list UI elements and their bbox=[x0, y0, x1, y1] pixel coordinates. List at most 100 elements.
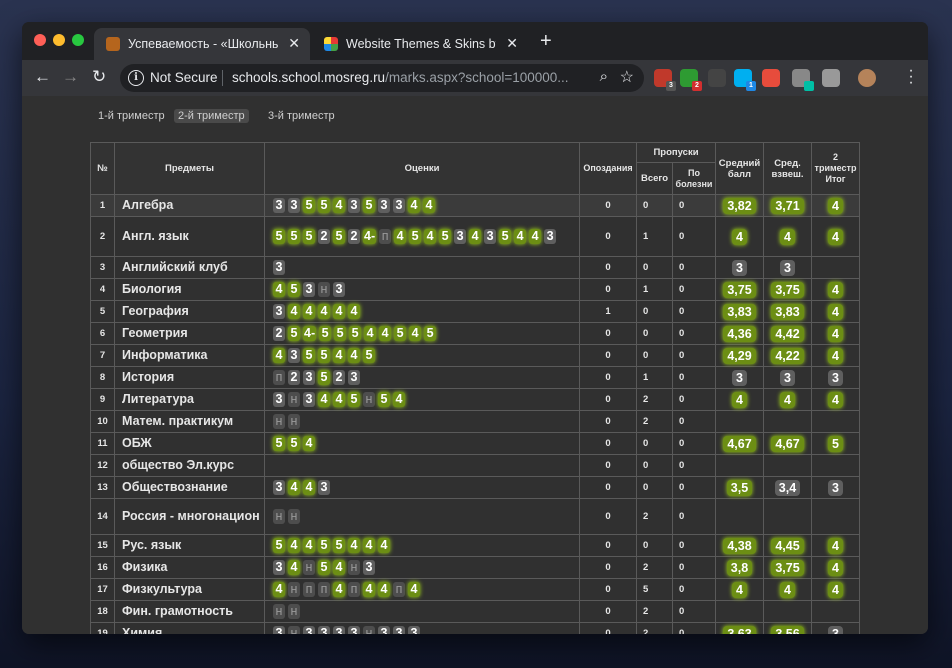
mark-badge[interactable]: 5 bbox=[424, 326, 437, 341]
mark-badge[interactable]: п bbox=[273, 370, 285, 385]
mark-badge[interactable]: 3 bbox=[288, 348, 300, 363]
mark-badge[interactable]: 4 bbox=[303, 304, 315, 319]
mark-badge[interactable]: н bbox=[363, 392, 375, 407]
mark-badge[interactable]: 3 bbox=[273, 560, 285, 575]
clock-icon[interactable] bbox=[792, 69, 814, 91]
mark-badge[interactable]: 3 bbox=[348, 198, 360, 213]
stack-icon[interactable] bbox=[822, 69, 840, 87]
subject-name[interactable]: Рус. язык bbox=[114, 534, 265, 557]
mark-badge[interactable]: 4 bbox=[423, 198, 435, 213]
mark-badge[interactable]: 4 bbox=[529, 229, 542, 244]
minimize-window-button[interactable] bbox=[53, 34, 65, 46]
mark-badge[interactable]: 5 bbox=[303, 229, 315, 244]
subject-name[interactable]: Физкультура bbox=[114, 578, 265, 601]
mark-badge[interactable]: 3 bbox=[273, 198, 285, 213]
mark-badge[interactable]: 5 bbox=[439, 229, 452, 244]
mark-badge[interactable]: 3 bbox=[348, 370, 360, 385]
subject-name[interactable]: Обществознание bbox=[114, 476, 265, 499]
term-tab[interactable]: 3-й триместр bbox=[264, 109, 339, 123]
subject-name[interactable]: Химия bbox=[114, 622, 265, 634]
mark-badge[interactable]: 4 bbox=[333, 198, 345, 213]
mark-badge[interactable]: 5 bbox=[303, 348, 315, 363]
mark-badge[interactable]: 5 bbox=[303, 198, 315, 213]
mark-badge[interactable]: 4 bbox=[379, 326, 392, 341]
mark-badge[interactable]: п bbox=[318, 582, 330, 597]
mark-badge[interactable]: н bbox=[348, 560, 360, 575]
mark-badge[interactable]: 5 bbox=[318, 370, 330, 385]
mark-badge[interactable]: 3 bbox=[273, 304, 285, 319]
mark-badge[interactable]: 4- bbox=[363, 229, 377, 244]
mark-badge[interactable]: 5 bbox=[318, 348, 330, 363]
abp-icon[interactable]: 3 bbox=[654, 69, 676, 91]
mark-badge[interactable]: п bbox=[303, 582, 315, 597]
mark-badge[interactable]: н bbox=[288, 392, 300, 407]
formula-icon[interactable] bbox=[708, 69, 726, 87]
subject-name[interactable]: Геометрия bbox=[114, 322, 265, 345]
mark-badge[interactable]: 5 bbox=[318, 560, 330, 575]
mark-badge[interactable]: н bbox=[273, 509, 285, 524]
mark-badge[interactable]: 3 bbox=[333, 626, 345, 634]
mark-badge[interactable]: 5 bbox=[499, 229, 512, 244]
mark-badge[interactable]: 5 bbox=[348, 392, 360, 407]
skype-icon[interactable]: 1 bbox=[734, 69, 756, 91]
translate-icon[interactable] bbox=[762, 69, 780, 87]
maximize-window-button[interactable] bbox=[72, 34, 84, 46]
subject-name[interactable]: Физика bbox=[114, 556, 265, 579]
mark-badge[interactable]: 5 bbox=[318, 538, 330, 553]
mark-badge[interactable]: 5 bbox=[363, 348, 375, 363]
tab-marks[interactable]: Успеваемость - «Школьный п ✕ bbox=[94, 28, 310, 60]
mark-badge[interactable]: 4 bbox=[303, 538, 315, 553]
mark-badge[interactable]: 4 bbox=[333, 304, 345, 319]
mark-badge[interactable]: 4 bbox=[514, 229, 527, 244]
mark-badge[interactable]: 4 bbox=[318, 392, 330, 407]
mark-badge[interactable]: 3 bbox=[273, 626, 285, 634]
mark-badge[interactable]: 5 bbox=[273, 538, 285, 553]
address-bar[interactable]: i Not Secure schools.school.mosreg.ru/ma… bbox=[120, 64, 644, 92]
term-tab[interactable]: 1-й триместр bbox=[94, 109, 169, 123]
mark-badge[interactable]: 4 bbox=[273, 348, 285, 363]
zoom-icon[interactable]: ⌕ bbox=[600, 68, 608, 85]
mark-badge[interactable]: 4 bbox=[394, 229, 407, 244]
mark-badge[interactable]: 4 bbox=[378, 582, 390, 597]
mark-badge[interactable]: 4 bbox=[469, 229, 482, 244]
subject-name[interactable]: общество Эл.курс bbox=[114, 454, 265, 477]
mark-badge[interactable]: 5 bbox=[319, 326, 332, 341]
subject-name[interactable]: Английский клуб bbox=[114, 256, 265, 279]
new-tab-icon[interactable]: + bbox=[540, 31, 552, 51]
mark-badge[interactable]: 4 bbox=[273, 282, 285, 297]
mark-badge[interactable]: 5 bbox=[363, 198, 375, 213]
mark-badge[interactable]: 3 bbox=[378, 198, 390, 213]
mark-badge[interactable]: 3 bbox=[303, 392, 315, 407]
mark-badge[interactable]: 5 bbox=[273, 436, 285, 451]
mark-badge[interactable]: 3 bbox=[273, 392, 285, 407]
mark-badge[interactable]: н bbox=[273, 414, 285, 429]
mark-badge[interactable]: 3 bbox=[303, 282, 315, 297]
mark-badge[interactable]: 4 bbox=[348, 538, 360, 553]
mark-badge[interactable]: 4 bbox=[364, 326, 377, 341]
mark-badge[interactable]: 4 bbox=[378, 538, 390, 553]
mark-badge[interactable]: п bbox=[379, 229, 392, 244]
mark-badge[interactable]: п bbox=[348, 582, 360, 597]
mark-badge[interactable]: 4 bbox=[363, 538, 375, 553]
mark-badge[interactable]: н bbox=[288, 582, 300, 597]
mark-badge[interactable]: 3 bbox=[273, 260, 285, 275]
mark-badge[interactable]: 4 bbox=[288, 480, 300, 495]
mark-badge[interactable]: 3 bbox=[348, 626, 360, 634]
mark-badge[interactable]: н bbox=[318, 282, 330, 297]
mark-badge[interactable]: 4 bbox=[303, 480, 315, 495]
mark-badge[interactable]: п bbox=[393, 582, 405, 597]
mark-badge[interactable]: 4 bbox=[363, 582, 375, 597]
mark-badge[interactable]: н bbox=[363, 626, 375, 634]
mark-badge[interactable]: 4 bbox=[333, 582, 345, 597]
mark-badge[interactable]: 4 bbox=[333, 392, 345, 407]
info-icon[interactable]: i bbox=[128, 70, 144, 86]
mark-badge[interactable]: н bbox=[288, 626, 300, 634]
avatar-icon[interactable] bbox=[858, 69, 876, 87]
term-tab[interactable]: 2-й триместр bbox=[174, 109, 249, 123]
close-tab-icon[interactable]: ✕ bbox=[506, 35, 518, 52]
mark-badge[interactable]: 3 bbox=[318, 480, 330, 495]
mark-badge[interactable]: 3 bbox=[333, 282, 345, 297]
mark-badge[interactable]: 3 bbox=[484, 229, 497, 244]
mark-badge[interactable]: 3 bbox=[454, 229, 467, 244]
mark-badge[interactable]: н bbox=[303, 560, 315, 575]
